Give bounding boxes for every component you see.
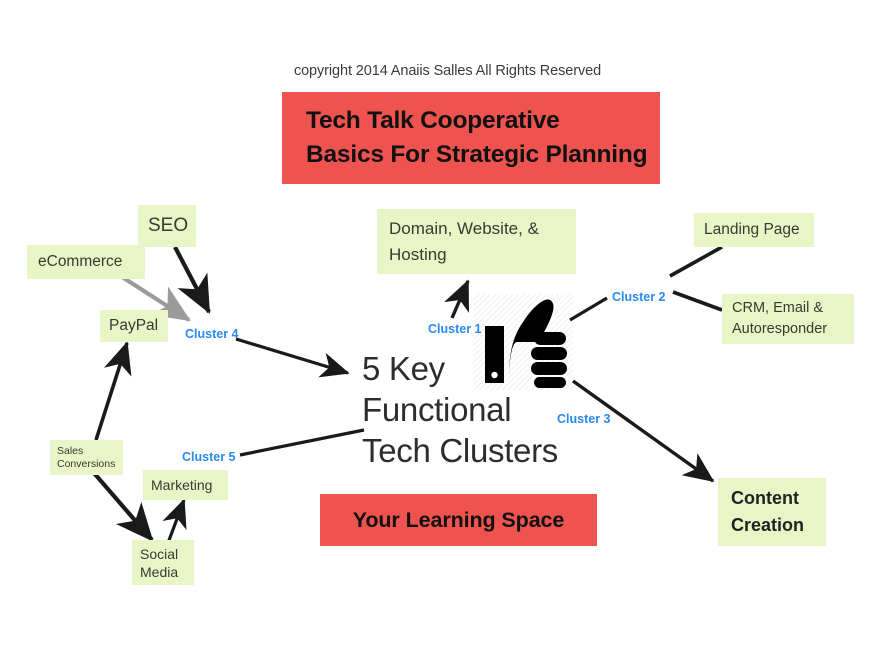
node-domain-website-hosting-line-1: Domain, Website, & [389, 218, 539, 238]
copyright-text: copyright 2014 Anaiis Salles All Rights … [293, 63, 602, 79]
node-marketing[interactable]: Marketing [143, 470, 228, 500]
node-crm-email-autoresponder[interactable]: CRM, Email & Autoresponder [722, 294, 854, 344]
edge-center-to-cluster2 [569, 296, 608, 322]
title-banner-line-2: Basics For Strategic Planning [306, 141, 648, 168]
node-marketing-label: Marketing [151, 477, 213, 493]
node-ecommerce-label: eCommerce [38, 253, 123, 270]
title-banner: Tech Talk Cooperative Basics For Strateg… [282, 92, 660, 184]
node-content-creation-line-1: Content [731, 488, 799, 508]
node-landing-page-label: Landing Page [704, 221, 800, 238]
node-social-media-line-2: Media [140, 563, 179, 580]
node-paypal-label: PayPal [109, 317, 159, 334]
cluster-label-cluster4: Cluster 4 [185, 327, 239, 341]
edge-cluster3-to-content-creation [572, 379, 715, 483]
node-sales-conversions-line-1: Sales [57, 444, 84, 457]
edge-cluster1-to-domain [444, 279, 470, 319]
node-domain-website-hosting[interactable]: Domain, Website, & Hosting [377, 209, 576, 274]
title-banner-line-1: Tech Talk Cooperative [306, 107, 560, 134]
node-sales-conversions-line-2: Conversions [57, 457, 116, 470]
node-seo[interactable]: SEO [138, 205, 196, 247]
edge-social-to-marketing [162, 498, 187, 544]
node-social-media[interactable]: Social Media [132, 540, 194, 585]
learning-space-banner: Your Learning Space [320, 494, 597, 546]
node-content-creation-line-2: Creation [731, 515, 805, 535]
edge-cluster2-to-landing-page [669, 245, 723, 278]
node-content-creation[interactable]: Content Creation [718, 478, 826, 546]
cluster-label-cluster1: Cluster 1 [428, 322, 482, 336]
edge-cluster5-to-center [239, 428, 365, 457]
edge-sales-to-paypal [94, 341, 132, 441]
node-crm-email-autoresponder-line-1: CRM, Email & [732, 300, 824, 316]
learning-space-label: Your Learning Space [352, 507, 565, 532]
center-title-line-3: Tech Clusters [362, 432, 559, 469]
edge-cluster4-to-center [235, 337, 350, 378]
node-paypal[interactable]: PayPal [100, 310, 168, 342]
diagram-canvas: copyright 2014 Anaiis Salles All Rights … [0, 0, 895, 668]
cluster-label-cluster3: Cluster 3 [557, 412, 611, 426]
node-sales-conversions[interactable]: Sales Conversions [50, 440, 123, 475]
node-domain-website-hosting-line-2: Hosting [389, 244, 447, 264]
node-ecommerce[interactable]: eCommerce [27, 245, 145, 279]
node-crm-email-autoresponder-line-2: Autoresponder [732, 321, 828, 337]
cluster-label-cluster2: Cluster 2 [612, 290, 666, 304]
node-landing-page[interactable]: Landing Page [694, 213, 814, 247]
cluster-label-cluster5: Cluster 5 [182, 450, 236, 464]
edge-seo-to-cluster4 [173, 246, 211, 314]
node-seo-label: SEO [148, 215, 189, 236]
thumbs-up-icon [473, 294, 573, 390]
edge-cluster2-to-crm [672, 290, 723, 312]
node-social-media-line-1: Social [140, 545, 179, 562]
thumbs-up-icon-glyph [485, 299, 567, 388]
